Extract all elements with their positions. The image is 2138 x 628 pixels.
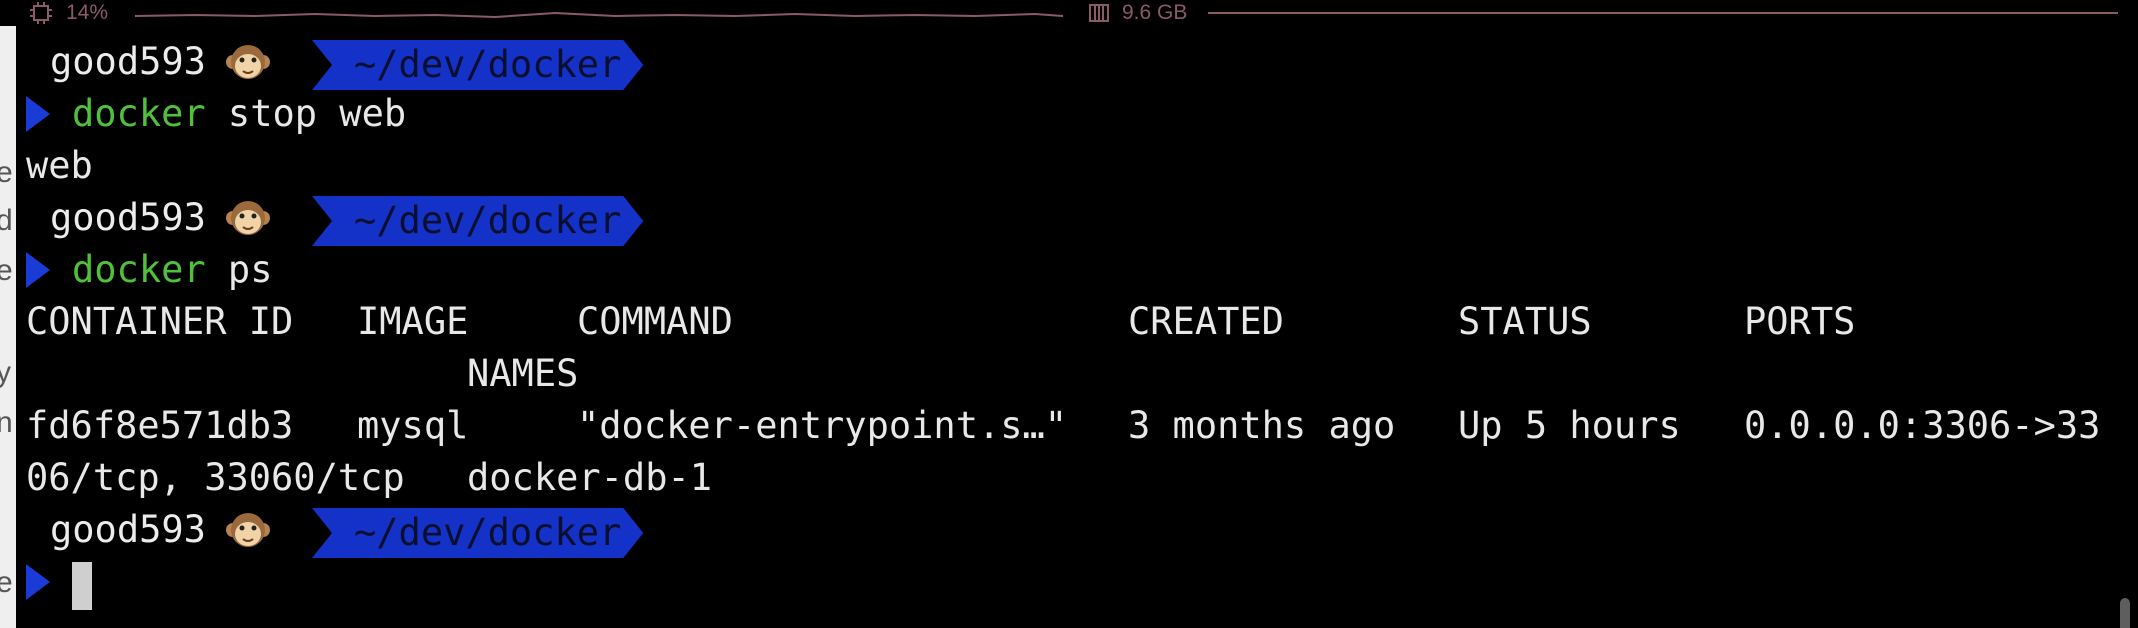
command-text: docker stop web [72, 88, 406, 140]
prompt-line: good593 ~/dev/docker [26, 192, 2106, 244]
command-output-line: web [26, 140, 2106, 192]
cell-ports-continued: 06/tcp, 33060/tcp [26, 456, 405, 499]
cell-command: "docker-entrypoint.s…" [577, 404, 1068, 447]
terminal-output[interactable]: good593 ~/dev/docker docker stop web web… [26, 36, 2106, 610]
command-verb: docker [72, 248, 206, 291]
header-status: STATUS [1458, 300, 1592, 343]
command-text: docker ps [72, 244, 272, 296]
prompt-username: good593 [50, 196, 206, 239]
terminal-scrollbar[interactable] [2116, 26, 2138, 628]
prompt-path: ~/dev/docker [312, 196, 643, 246]
prompt-username: good593 [50, 40, 206, 83]
header-image: IMAGE [357, 300, 469, 343]
prompt-path: ~/dev/docker [312, 508, 643, 558]
table-row: fd6f8e571db3 mysql "docker-entrypoint.s…… [26, 400, 2106, 452]
cpu-chip-icon [30, 2, 52, 24]
prompt-chevron-icon [26, 96, 50, 132]
adjacent-window-edge: e d e y n e [0, 26, 16, 628]
command-line: docker stop web [26, 88, 2106, 140]
scrollbar-thumb[interactable] [2120, 598, 2130, 628]
cell-ports: 0.0.0.0:3306->33 [1744, 404, 2101, 447]
prompt-line: good593 ~/dev/docker [26, 504, 2106, 556]
prompt-username: good593 [50, 508, 206, 551]
header-ports: PORTS [1744, 300, 1856, 343]
prompt-chevron-icon [26, 564, 50, 600]
prompt-chevron-icon [26, 252, 50, 288]
command-verb: docker [72, 92, 206, 135]
cell-image: mysql [357, 404, 469, 447]
command-output: web [26, 144, 93, 187]
cell-names: docker-db-1 [467, 456, 713, 499]
ps-header-row-wrap: NAMES [26, 348, 2106, 400]
monkey-face-icon [226, 201, 270, 235]
cpu-usage-graph [135, 11, 1063, 19]
table-row-wrap: 06/tcp, 33060/tcp docker-db-1 [26, 452, 2106, 504]
header-command: COMMAND [577, 300, 733, 343]
cell-created: 3 months ago [1128, 404, 1396, 447]
memory-icon [1089, 4, 1109, 22]
memory-usage-value: 9.6 GB [1122, 1, 1188, 24]
cell-status: Up 5 hours [1458, 404, 1681, 447]
memory-usage-graph [1208, 12, 2118, 14]
command-line: docker ps [26, 244, 2106, 296]
ps-header-row: CONTAINER ID IMAGE COMMAND CREATED STATU… [26, 296, 2106, 348]
cpu-usage-value: 14% [66, 1, 109, 24]
text-cursor[interactable] [72, 562, 92, 610]
active-input-line[interactable] [26, 556, 2106, 610]
prompt-path: ~/dev/docker [312, 40, 643, 90]
command-args: stop web [205, 92, 407, 135]
header-created: CREATED [1128, 300, 1284, 343]
header-container-id: CONTAINER ID [26, 300, 294, 343]
system-status-bar: 14% 9.6 GB [0, 0, 2138, 26]
prompt-line: good593 ~/dev/docker [26, 36, 2106, 88]
monkey-face-icon [226, 45, 270, 79]
header-names: NAMES [467, 352, 579, 395]
command-args: ps [205, 248, 273, 291]
cell-container-id: fd6f8e571db3 [26, 404, 294, 447]
monkey-face-icon [226, 513, 270, 547]
